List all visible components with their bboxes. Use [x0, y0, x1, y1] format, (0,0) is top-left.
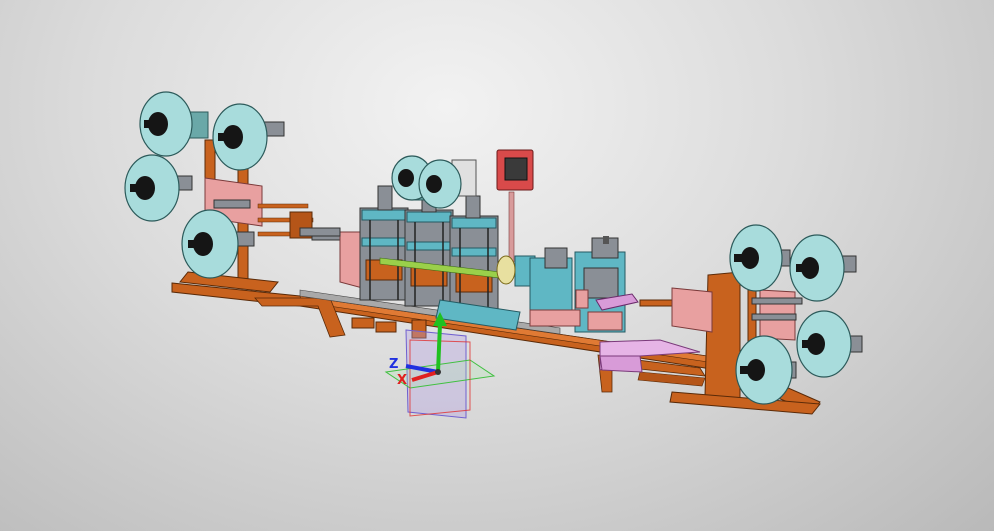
- reel-left-3[interactable]: [124, 154, 193, 222]
- press-station-3[interactable]: [449, 195, 499, 313]
- y-axis-arrow: [436, 323, 442, 373]
- press-station-1[interactable]: [359, 185, 409, 301]
- z-axis-label: Z: [389, 357, 399, 372]
- reel-left-1[interactable]: [139, 91, 209, 157]
- press-station-2[interactable]: [404, 191, 454, 307]
- reel-left-2[interactable]: [212, 103, 285, 171]
- 3d-viewport[interactable]: Z X Y: [0, 0, 994, 531]
- reel-right-1[interactable]: [729, 224, 791, 292]
- reel-right-3[interactable]: [796, 310, 863, 378]
- cad-model-scene[interactable]: [0, 0, 994, 531]
- x-axis-label: X: [397, 373, 408, 388]
- reel-right-2[interactable]: [789, 234, 857, 302]
